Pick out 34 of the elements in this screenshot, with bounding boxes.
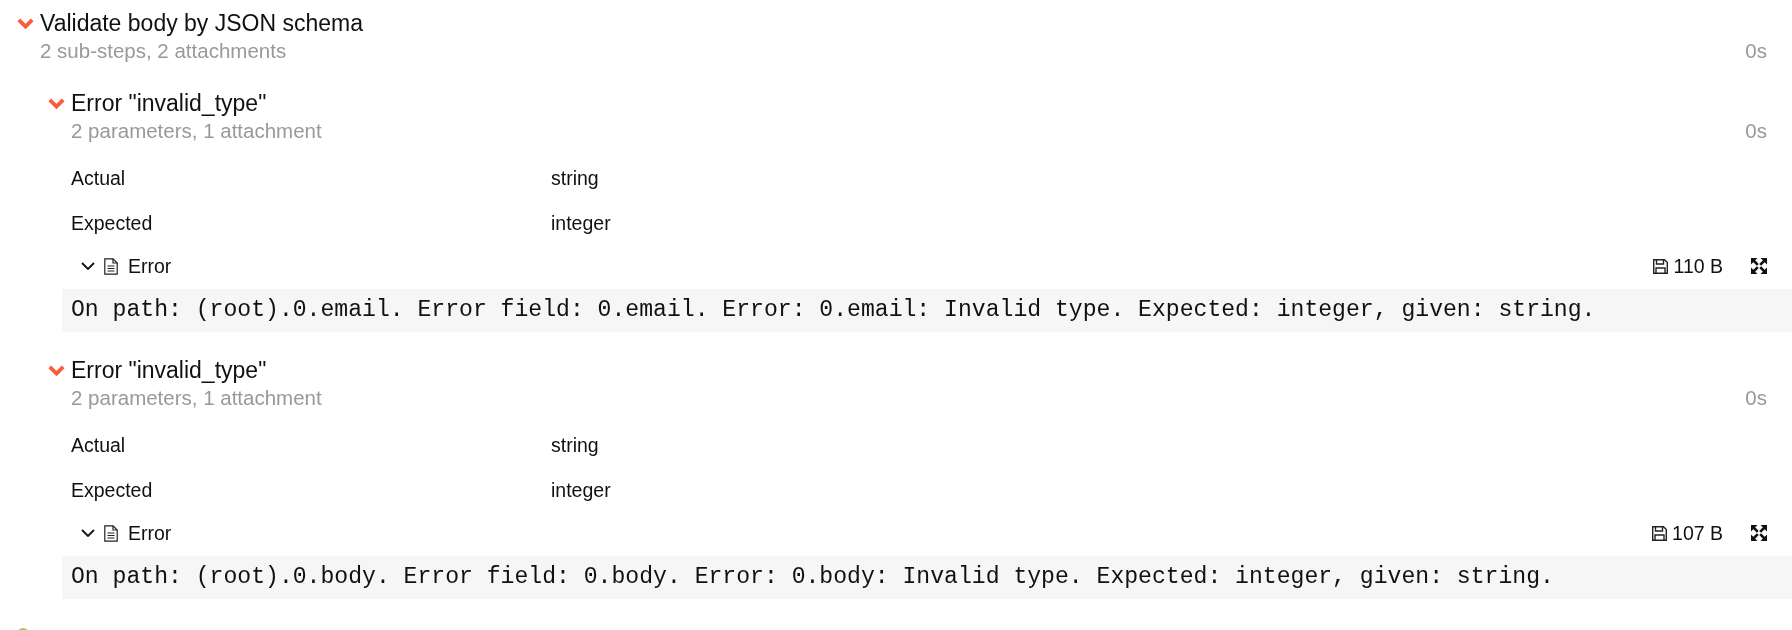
- parameter-value: string: [551, 167, 599, 190]
- parameter-value: string: [551, 434, 599, 457]
- step-duration: 0s: [1745, 119, 1767, 143]
- parameter-name: Expected: [71, 212, 154, 235]
- parameter-name: Actual: [71, 434, 127, 457]
- document-icon: [104, 257, 118, 275]
- save-icon: [1652, 525, 1668, 541]
- parameter-value: integer: [551, 479, 611, 502]
- attachment-name[interactable]: Error: [128, 521, 172, 545]
- step-title: Validate body by JSON schema: [40, 9, 363, 38]
- step-title: Error "invalid_type": [71, 356, 267, 385]
- attachment-content: On path: (root).0.email. Error field: 0.email. Error: 0.email: Invalid type. Expected: integer, given: string.: [62, 289, 1792, 332]
- chevron-icon[interactable]: [17, 17, 34, 29]
- step-summary: 2 parameters, 1 attachment: [71, 386, 322, 410]
- step-summary: 2 sub-steps, 2 attachments: [40, 39, 287, 63]
- attachment-content: On path: (root).0.body. Error field: 0.body. Error: 0.body: Invalid type. Expected: integer, given: string.: [62, 556, 1792, 599]
- download-link[interactable]: 110 B: [1653, 254, 1723, 278]
- parameter-name: Expected: [71, 479, 154, 502]
- parameter-value: integer: [551, 212, 611, 235]
- expand-icon[interactable]: [1751, 258, 1767, 274]
- caret-icon[interactable]: [81, 262, 95, 270]
- download-link[interactable]: 107 B: [1652, 521, 1723, 545]
- document-icon: [104, 524, 118, 542]
- step-duration: 0s: [1745, 386, 1767, 410]
- chevron-icon[interactable]: [48, 364, 65, 376]
- step-duration: 0s: [1745, 39, 1767, 63]
- caret-icon[interactable]: [81, 529, 95, 537]
- parameter-name: Actual: [71, 167, 127, 190]
- chevron-icon[interactable]: [48, 97, 65, 109]
- save-icon: [1653, 258, 1669, 274]
- expand-icon[interactable]: [1751, 525, 1767, 541]
- step-title: Error "invalid_type": [71, 89, 267, 118]
- attachment-name[interactable]: Error: [128, 254, 172, 278]
- step-summary: 2 parameters, 1 attachment: [71, 119, 322, 143]
